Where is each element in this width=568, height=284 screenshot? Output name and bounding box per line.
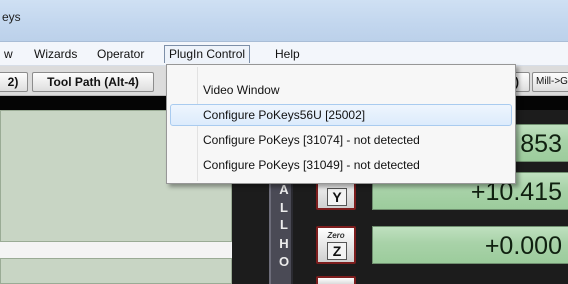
menu-item-video-window[interactable]: Video Window xyxy=(170,79,512,101)
axis-letter-o: O xyxy=(278,254,290,269)
zero-z-button[interactable]: Zero Z xyxy=(316,226,356,264)
menu-item-configure-pokeys-31049[interactable]: Configure PoKeys [31049] - not detected xyxy=(170,154,512,176)
tab-mill[interactable]: Mill->G xyxy=(532,72,568,92)
zero-z-label: Zero xyxy=(327,231,345,240)
axis-letter-l1: L xyxy=(280,200,288,215)
zero-z-axis: Z xyxy=(327,242,347,260)
zero-a-button[interactable] xyxy=(316,276,356,284)
tab-previous-screen[interactable]: 2) xyxy=(0,72,28,92)
menu-bar: w Wizards Operator PlugIn Control Help xyxy=(0,42,568,66)
menu-wizards[interactable]: Wizards xyxy=(30,45,81,63)
tab-tool-path[interactable]: Tool Path (Alt-4) xyxy=(32,72,154,92)
code-display[interactable] xyxy=(0,258,232,284)
menu-plugin-control[interactable]: PlugIn Control xyxy=(164,45,251,63)
title-bar: eys xyxy=(0,0,568,42)
axis-letter-l2: L xyxy=(280,217,288,232)
menu-item-configure-pokeys-31074[interactable]: Configure PoKeys [31074] - not detected xyxy=(170,129,512,151)
zero-y-axis: Y xyxy=(327,188,347,206)
axis-letter-h: H xyxy=(279,236,289,251)
dro-z[interactable]: +0.000 xyxy=(372,226,568,264)
menu-view[interactable]: w xyxy=(0,45,17,63)
menu-item-configure-pokeys56u[interactable]: Configure PoKeys56U [25002] xyxy=(170,104,512,126)
axis-letter-a: A xyxy=(279,182,289,197)
window-title: eys xyxy=(2,10,21,24)
menu-help[interactable]: Help xyxy=(271,45,304,63)
menu-operator[interactable]: Operator xyxy=(93,45,148,63)
plugin-control-menu: Video Window Configure PoKeys56U [25002]… xyxy=(166,64,516,184)
